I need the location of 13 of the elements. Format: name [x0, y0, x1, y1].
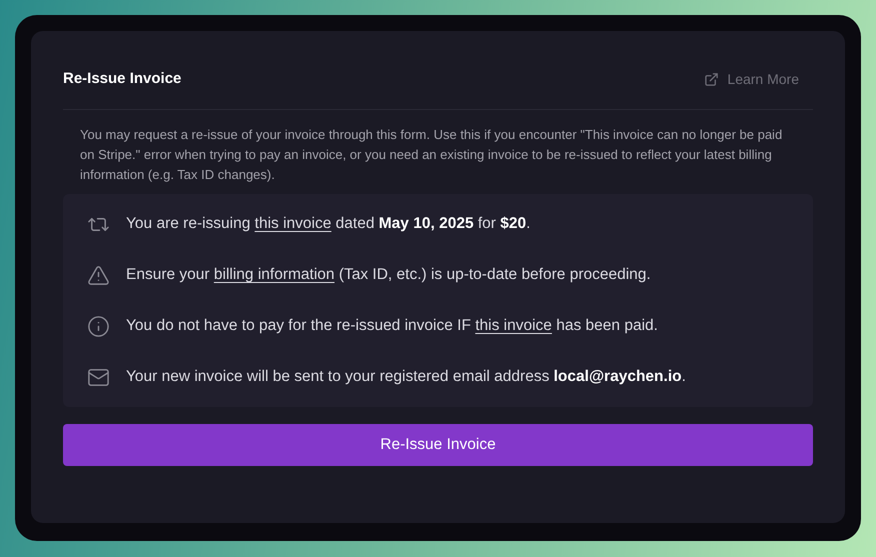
notice-text: You are re-issuing this invoice dated May 10, 2025 for $20. — [126, 214, 530, 234]
description-text: You may request a re-issue of your invoice through this form. Use this if you encounter "This invoice can no longer be paid on Stripe." error when trying to pay an invoice, or you need an existing invoice to be re-issued to reflect your latest billing information (e.g. Tax ID changes). — [79, 126, 784, 184]
notice-text: Ensure your billing information (Tax ID, etc.) is up-to-date before proceeding. — [126, 265, 651, 286]
external-link-icon — [704, 72, 720, 86]
info-icon — [87, 314, 110, 338]
invoice-link[interactable]: billing information — [214, 266, 335, 284]
invoice-link[interactable]: this invoice — [254, 215, 332, 232]
reissue-button[interactable]: Re-Issue Invoice — [63, 424, 813, 466]
warning-icon — [87, 264, 110, 286]
notice-text: You do not have to pay for the re-issued invoice IF this invoice has been paid. — [126, 316, 658, 336]
invoice-link[interactable]: this invoice — [475, 317, 552, 334]
dialog-title: Re-Issue Invoice — [63, 68, 182, 89]
notice-text: Your new invoice will be sent to your registered email address local@raychen.io. — [126, 367, 686, 388]
